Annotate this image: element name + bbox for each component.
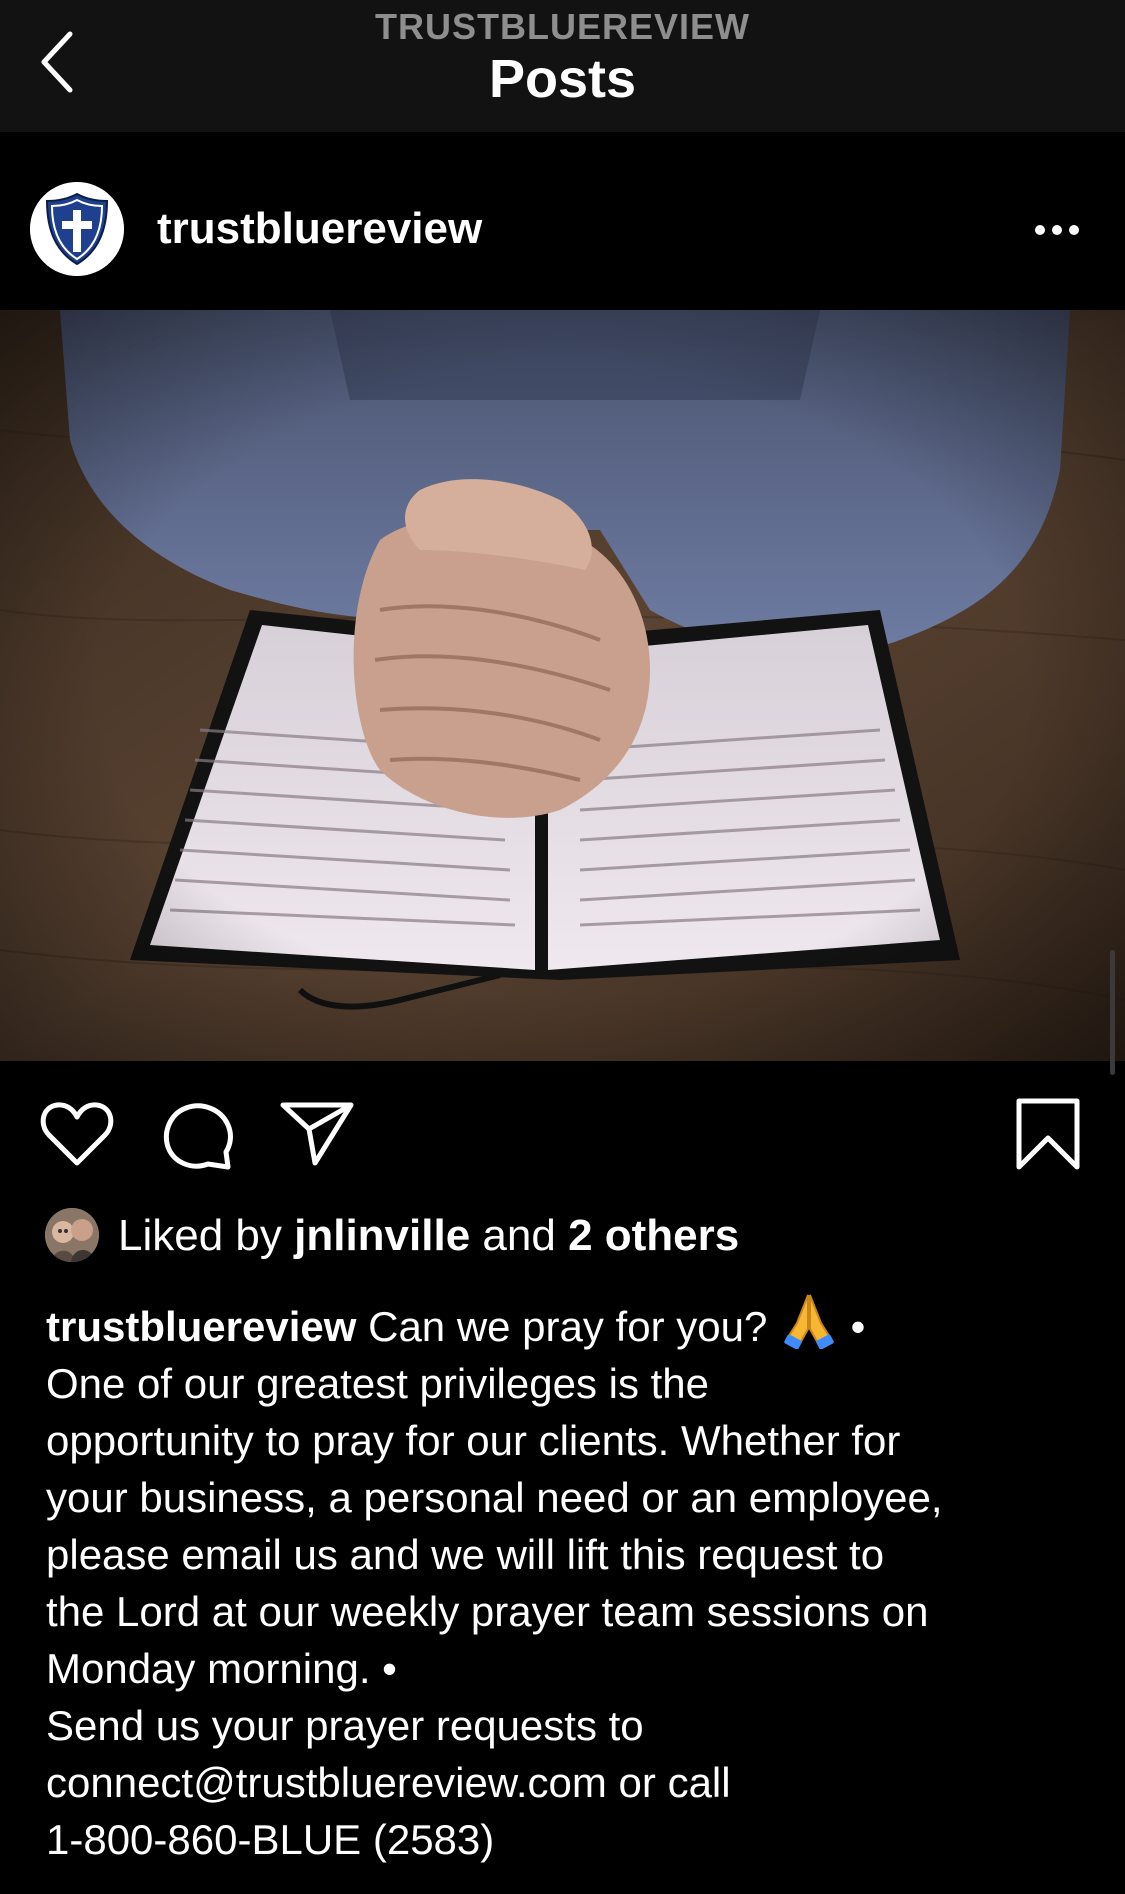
likes-row[interactable]: Liked by jnlinville and 2 others	[0, 1201, 1125, 1279]
caption-line: the Lord at our weekly prayer team sessi…	[46, 1588, 929, 1635]
caption-username[interactable]: trustbluereview	[46, 1303, 356, 1350]
caption-phone-line[interactable]: 1-800-860-BLUE (2583)	[46, 1811, 1106, 1868]
like-button[interactable]	[40, 1101, 114, 1172]
praying-hands-emoji-icon	[784, 1294, 834, 1349]
caption-line: your business, a personal need or an emp…	[46, 1474, 943, 1521]
save-button[interactable]	[1016, 1098, 1080, 1175]
caption-line: please email us and we will lift this re…	[46, 1531, 885, 1578]
shield-cross-logo	[30, 182, 124, 276]
post-caption: trustbluereview Can we pray for you? • O…	[46, 1289, 1106, 1868]
caption-line: Monday morning. •	[46, 1645, 397, 1692]
post-photo[interactable]	[0, 310, 1125, 1061]
caption-line: Send us your prayer requests to	[46, 1702, 644, 1749]
more-options-button[interactable]	[1032, 220, 1082, 240]
likes-prefix: Liked by	[118, 1211, 282, 1260]
share-button[interactable]	[280, 1101, 354, 1172]
liker-username[interactable]: jnlinville	[294, 1211, 470, 1260]
likes-summary[interactable]: Liked by jnlinville and 2 others	[118, 1211, 739, 1261]
couple-photo-icon	[45, 1208, 99, 1262]
comment-icon	[163, 1103, 233, 1170]
bookmark-icon	[1016, 1098, 1080, 1170]
profile-avatar[interactable]	[30, 182, 124, 276]
liker-avatar	[45, 1208, 99, 1262]
top-nav-bar: TRUSTBLUEREVIEW Posts	[0, 0, 1125, 133]
caption-line: opportunity to pray for our clients. Whe…	[46, 1417, 901, 1464]
likes-others-link[interactable]: 2 others	[568, 1211, 739, 1260]
caption-bullet: •	[850, 1303, 866, 1350]
scroll-indicator	[1110, 950, 1115, 1075]
nav-subtitle: TRUSTBLUEREVIEW	[375, 6, 750, 47]
caption-text: Can we pray for you?	[368, 1303, 768, 1350]
heart-icon	[40, 1102, 114, 1166]
likes-and: and	[482, 1211, 556, 1260]
post-header: trustbluereview	[0, 132, 1125, 310]
more-horizontal-icon	[1035, 225, 1079, 235]
praying-hands-bible-image	[0, 310, 1125, 1061]
caption-first-line: trustbluereview Can we pray for you? •	[46, 1289, 1106, 1355]
post-username[interactable]: trustbluereview	[157, 204, 482, 254]
post-action-bar	[0, 1061, 1125, 1201]
caption-line: One of our greatest privileges is the	[46, 1360, 710, 1407]
send-icon	[280, 1102, 354, 1166]
caption-email-line[interactable]: connect@trustbluereview.com or call	[46, 1754, 1106, 1811]
comment-button[interactable]	[162, 1100, 234, 1175]
page-title: Posts	[488, 49, 637, 109]
